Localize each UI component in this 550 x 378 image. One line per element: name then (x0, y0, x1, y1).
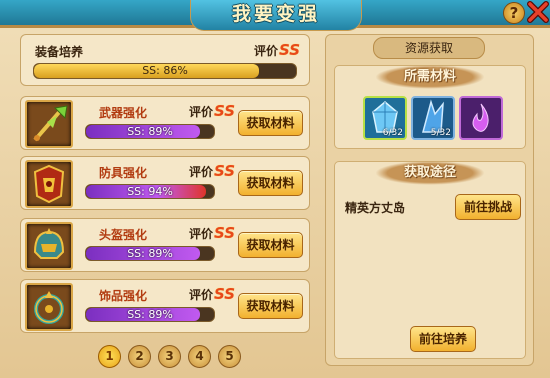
item-rating: 评价SS (189, 224, 235, 242)
route-name: 精英方丈岛 (345, 201, 406, 215)
rating-label: 评价 (189, 105, 214, 119)
material-count: 5/32 (430, 128, 451, 138)
item-rating: 评价SS (189, 285, 235, 303)
page-button-2[interactable]: 2 (128, 345, 151, 368)
summary-progress-text: SS: 86% (142, 64, 188, 77)
item-progress-bar: SS: 89% (85, 124, 215, 139)
item-progress-bar: SS: 94% (85, 184, 215, 199)
item-progress-bar: SS: 89% (85, 307, 215, 322)
get-materials-button[interactable]: 获取材料 (238, 293, 303, 319)
close-button[interactable] (527, 1, 549, 23)
rating-badge: SS (214, 285, 236, 303)
window-title: 我要变强 (190, 0, 362, 31)
resource-panel-title: 资源获取 (373, 37, 485, 59)
item-rating: 评价SS (189, 162, 235, 180)
rating-label: 评价 (189, 288, 214, 302)
material-slot[interactable] (459, 96, 503, 140)
materials-title: 所需材料 (375, 65, 485, 89)
go-challenge-button[interactable]: 前往挑战 (455, 194, 521, 220)
required-materials-box: 所需材料 6/32 5/32 (334, 65, 526, 149)
weapon-enhance-row: 武器强化 评价SS SS: 89% 获取材料 (20, 96, 310, 150)
rating-label: 评价 (254, 44, 279, 58)
item-name: 头盔强化 (99, 228, 148, 242)
equipment-summary: 装备培养 评价SS SS: 86% (20, 34, 310, 86)
rating-badge: SS (214, 224, 236, 242)
get-materials-button[interactable]: 获取材料 (238, 110, 303, 136)
accessory-enhance-row: 饰品强化 评价SS SS: 89% 获取材料 (20, 279, 310, 333)
help-button[interactable]: ? (503, 2, 525, 24)
close-icon (527, 1, 549, 23)
material-count: 6/32 (382, 128, 403, 138)
rating-badge: SS (279, 41, 301, 59)
page-button-1[interactable]: 1 (98, 345, 121, 368)
rating-label: 评价 (189, 227, 214, 241)
item-name: 防具强化 (99, 166, 148, 180)
item-name: 武器强化 (99, 106, 148, 120)
item-name: 饰品强化 (99, 289, 148, 303)
summary-title: 装备培养 (35, 45, 84, 59)
resource-panel: 资源获取 所需材料 6/32 5/32 获取途径 精英方丈岛 前往挑战 前往培养 (325, 34, 534, 366)
page-button-3[interactable]: 3 (158, 345, 181, 368)
get-materials-button[interactable]: 获取材料 (238, 232, 303, 258)
summary-rating: 评价SS (254, 41, 300, 59)
item-progress-text: SS: 89% (127, 125, 173, 138)
purple-flame-icon (472, 103, 489, 132)
helmet-icon (25, 222, 73, 270)
go-train-button[interactable]: 前往培养 (410, 326, 476, 352)
item-progress-text: SS: 94% (127, 185, 173, 198)
routes-title-text: 获取途径 (403, 165, 456, 180)
summary-progress-bar: SS: 86% (33, 63, 297, 79)
material-slot[interactable]: 6/32 (363, 96, 407, 140)
item-progress-text: SS: 89% (127, 247, 173, 260)
equipment-panel: 装备培养 评价SS SS: 86% 武器强化 评价SS SS: 89% 获取材料… (20, 34, 310, 374)
item-progress-bar: SS: 89% (85, 246, 215, 261)
item-rating: 评价SS (189, 102, 235, 120)
rating-badge: SS (214, 102, 236, 120)
strengthen-window: 我要变强 ? 装备培养 评价SS SS: 86% 武器强化 评价SS SS: 8… (0, 0, 550, 378)
item-progress-text: SS: 89% (127, 308, 173, 321)
get-materials-button[interactable]: 获取材料 (238, 170, 303, 196)
materials-title-text: 所需材料 (403, 69, 456, 84)
armor-enhance-row: 防具强化 评价SS SS: 94% 获取材料 (20, 156, 310, 210)
rating-badge: SS (214, 162, 236, 180)
material-slot[interactable]: 5/32 (411, 96, 455, 140)
weapon-icon (25, 100, 73, 148)
armor-icon (25, 160, 73, 208)
page-button-4[interactable]: 4 (188, 345, 211, 368)
accessory-icon (25, 283, 73, 331)
routes-title: 获取途径 (375, 161, 485, 185)
page-button-5[interactable]: 5 (218, 345, 241, 368)
rating-label: 评价 (189, 165, 214, 179)
helmet-enhance-row: 头盔强化 评价SS SS: 89% 获取材料 (20, 218, 310, 272)
